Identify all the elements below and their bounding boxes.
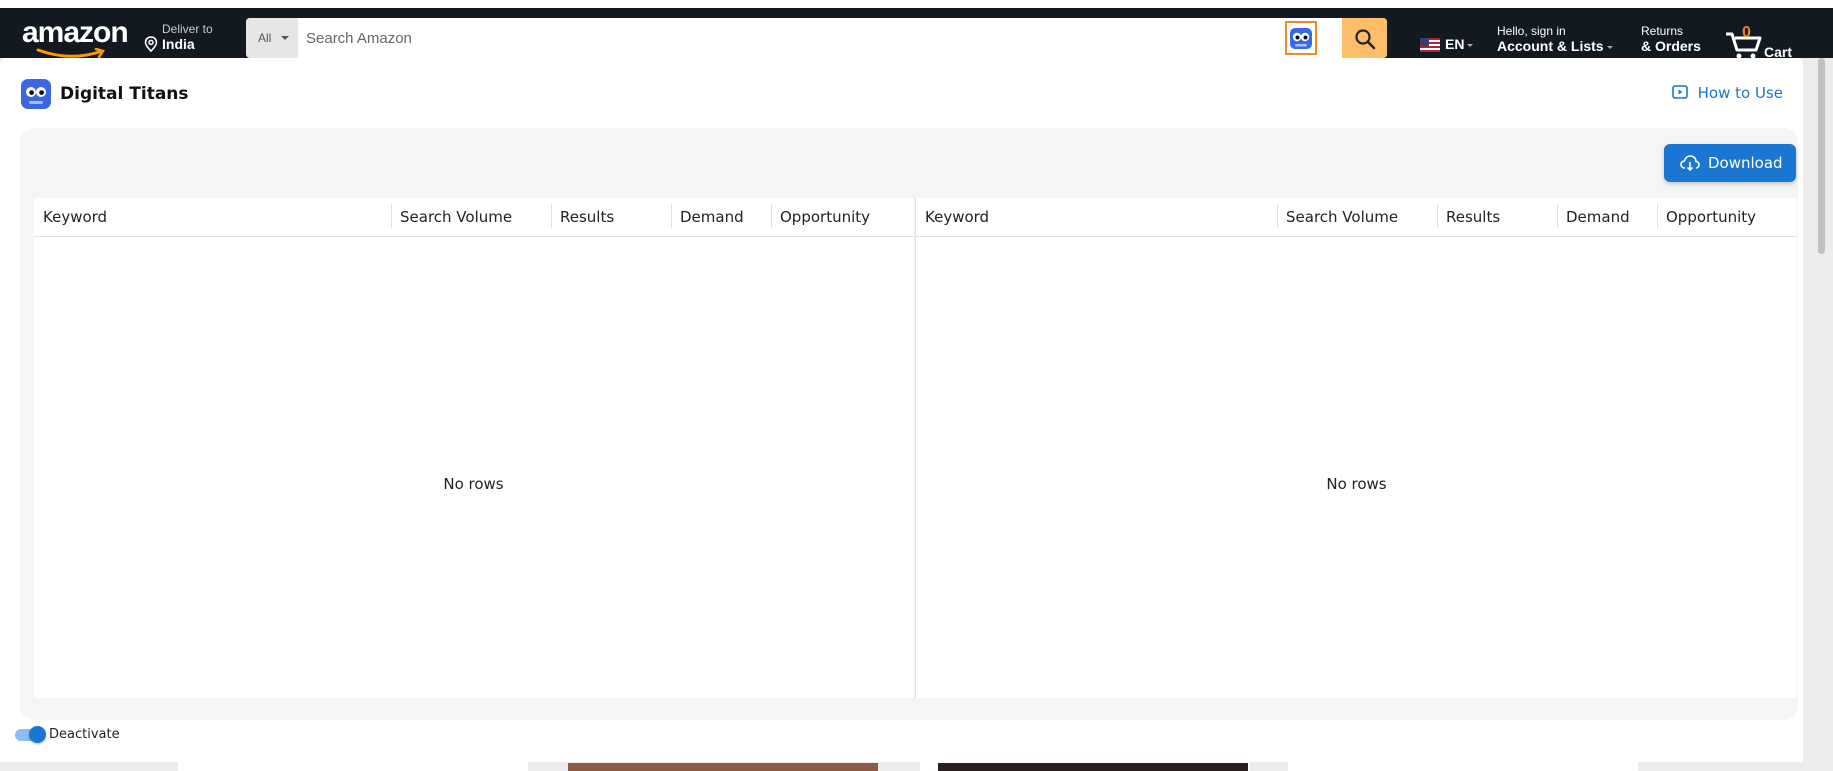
how-to-use-label: How to Use (1697, 84, 1783, 102)
cloud-download-icon (1680, 155, 1700, 171)
keyword-table-right: Keyword Search Volume Results Demand Opp… (915, 198, 1797, 698)
amazon-header: amazon Deliver to India All Search Amazo… (0, 8, 1833, 60)
chevron-down-icon (1606, 45, 1613, 49)
page-scrollbar[interactable] (1815, 58, 1827, 762)
background-product-image (568, 763, 878, 771)
column-header-opportunity[interactable]: Opportunity (771, 198, 913, 236)
search-category-value: All (258, 31, 272, 45)
us-flag-icon (1420, 38, 1440, 52)
amazon-logo-text: amazon (22, 16, 129, 49)
column-header-results[interactable]: Results (551, 198, 671, 236)
column-header-keyword[interactable]: Keyword (34, 198, 391, 236)
robot-mascot-icon (1290, 28, 1312, 49)
deliver-to-location: India (162, 36, 195, 52)
chevron-down-icon (281, 36, 289, 40)
amazon-logo[interactable]: amazon (22, 16, 129, 59)
chevron-down-icon (1467, 43, 1474, 47)
brand-name: Digital Titans (60, 84, 189, 104)
results-container: Download Keyword Search Volume Results D… (20, 128, 1798, 720)
digital-titans-panel: Digital Titans How to Use Download Keywo… (0, 58, 1803, 762)
cart-button[interactable]: 0 Cart (1724, 24, 1814, 60)
search-submit-button[interactable] (1342, 18, 1387, 58)
download-label: Download (1708, 154, 1783, 172)
background-product-image (938, 763, 1248, 771)
column-header-demand[interactable]: Demand (671, 198, 771, 236)
deactivate-label: Deactivate (49, 727, 120, 742)
deliver-to-label: Deliver to (162, 22, 213, 36)
how-to-use-link[interactable]: How to Use (1671, 84, 1783, 102)
digital-titans-extension-button[interactable] (1285, 21, 1317, 55)
search-icon (1355, 29, 1376, 50)
toggle-knob (29, 726, 46, 743)
account-and-lists[interactable]: Hello, sign in Account & Lists (1497, 24, 1613, 54)
robot-mascot-icon (21, 79, 51, 109)
language-code: EN (1445, 36, 1465, 52)
location-pin-icon (144, 36, 158, 52)
scrollbar-thumb[interactable] (1818, 58, 1825, 254)
search-bar: All (246, 18, 1387, 58)
video-play-icon (1671, 85, 1688, 99)
account-greeting: Hello, sign in (1497, 24, 1566, 38)
orders-label: & Orders (1641, 38, 1701, 54)
column-header-results[interactable]: Results (1437, 198, 1557, 236)
table-header: Keyword Search Volume Results Demand Opp… (916, 198, 1797, 237)
browser-top-strip (0, 0, 1833, 8)
empty-state-text: No rows (1326, 475, 1387, 493)
search-input[interactable] (298, 18, 1298, 58)
column-header-keyword[interactable]: Keyword (916, 198, 1277, 236)
search-category-select[interactable]: All (246, 18, 298, 58)
empty-state-text: No rows (443, 475, 504, 493)
returns-label: Returns (1641, 24, 1684, 38)
column-header-search-volume[interactable]: Search Volume (391, 198, 551, 236)
account-lists-label: Account & Lists (1497, 38, 1604, 54)
download-button[interactable]: Download (1664, 144, 1796, 182)
cart-count: 0 (1742, 24, 1751, 41)
table-header: Keyword Search Volume Results Demand Opp… (34, 198, 913, 237)
column-header-demand[interactable]: Demand (1557, 198, 1657, 236)
column-header-search-volume[interactable]: Search Volume (1277, 198, 1437, 236)
keyword-table-left: Keyword Search Volume Results Demand Opp… (34, 198, 913, 698)
column-header-opportunity[interactable]: Opportunity (1657, 198, 1797, 236)
returns-and-orders[interactable]: Returns & Orders (1641, 24, 1701, 54)
